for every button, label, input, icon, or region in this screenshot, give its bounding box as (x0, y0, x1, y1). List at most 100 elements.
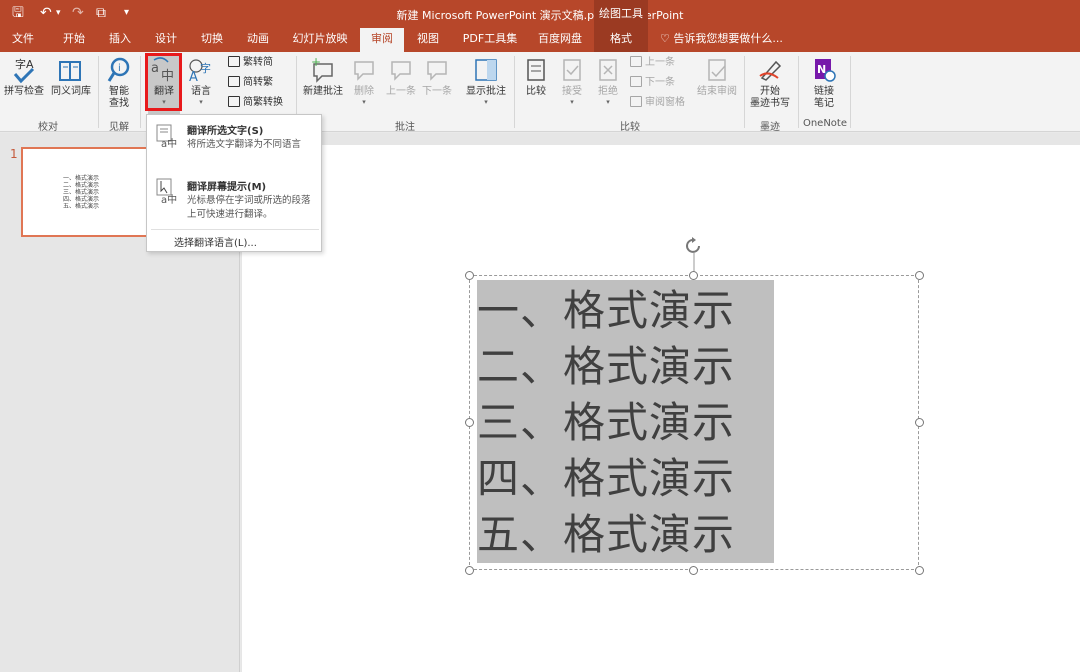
tab-insert[interactable]: 插入 (98, 28, 142, 52)
tell-me-box[interactable]: ♡ 告诉我您想要做什么... (660, 28, 790, 52)
tab-design[interactable]: 设计 (144, 28, 188, 52)
smart-lookup-icon: i (107, 57, 130, 82)
compare-button[interactable]: 比较 (520, 56, 552, 98)
language-button[interactable]: A字 语言 ▾ (184, 56, 218, 106)
tab-slideshow[interactable]: 幻灯片放映 (284, 28, 356, 52)
thesaurus-button[interactable]: 同义词库 (48, 56, 94, 98)
next-comment-label: 下一条 (422, 86, 452, 97)
reject-button[interactable]: 拒绝 ▾ (592, 56, 624, 106)
tab-animations[interactable]: 动画 (236, 28, 280, 52)
simp-to-trad-label: 简转繁 (243, 77, 273, 88)
end-review-label: 结束审阅 (697, 86, 737, 97)
resize-handle[interactable] (465, 418, 474, 427)
delete-comment-label: 删除 (354, 86, 374, 97)
accept-icon (563, 59, 581, 81)
slide-text-line[interactable]: 三、格式演示 (477, 395, 735, 451)
new-comment-button[interactable]: + 新建批注 (300, 56, 346, 98)
language-dropdown-icon: ▾ (199, 98, 203, 106)
group-separator (744, 56, 745, 128)
delete-comment-icon (354, 61, 374, 81)
svg-text:i: i (118, 63, 121, 74)
translate-screentip-icon: a中 (156, 178, 177, 205)
resize-handle[interactable] (465, 271, 474, 280)
slide-text-line[interactable]: 五、格式演示 (477, 507, 735, 563)
simp-to-trad-button[interactable]: 简转繁 (228, 76, 273, 89)
translate-selected-text-icon: a中 (156, 124, 177, 150)
svg-text:a中: a中 (161, 193, 177, 205)
accept-button[interactable]: 接受 ▾ (556, 56, 588, 106)
previous-change-label: 上一条 (645, 57, 675, 68)
translate-screentip-item[interactable]: 翻译屏幕提示(M) (187, 178, 266, 193)
translate-selected-text-desc: 将所选文字翻译为不同语言 (187, 139, 302, 150)
show-comments-button[interactable]: 显示批注 ▾ (462, 56, 510, 106)
svg-text:字: 字 (200, 61, 211, 75)
group-label-proofing: 校对 (38, 122, 58, 133)
group-separator (98, 56, 99, 128)
tab-view[interactable]: 视图 (406, 28, 450, 52)
resize-handle[interactable] (689, 271, 698, 280)
resize-handle[interactable] (915, 271, 924, 280)
pen-icon (759, 60, 782, 81)
resize-handle[interactable] (915, 566, 924, 575)
trad-to-simp-label: 繁转简 (243, 57, 273, 68)
reviewing-pane-icon (630, 96, 642, 107)
reject-icon (599, 59, 617, 81)
svg-text:a中: a中 (161, 137, 177, 150)
new-comment-icon: + (311, 56, 333, 83)
group-separator (850, 56, 851, 128)
delete-comment-button[interactable]: 删除 ▾ (348, 56, 380, 106)
start-inking-button[interactable]: 开始 墨迹书写 (746, 56, 794, 110)
slide-number: 1 (10, 147, 18, 161)
rotate-handle-icon[interactable] (684, 236, 704, 276)
window-title: 新建 Microsoft PowerPoint 演示文稿.pptx - Powe… (396, 9, 684, 22)
accept-dropdown-icon: ▾ (570, 98, 574, 106)
reject-label: 拒绝 (598, 86, 618, 97)
compare-label: 比较 (526, 86, 546, 97)
simp-trad-icon (228, 76, 240, 87)
tab-home[interactable]: 开始 (52, 28, 96, 52)
reject-dropdown-icon: ▾ (606, 98, 610, 106)
title-bar: 🖫 ↶ ▾ ↷ ⧉ ▾ 新建 Microsoft PowerPoint 演示文稿… (0, 0, 1080, 28)
resize-handle[interactable] (915, 418, 924, 427)
tab-transitions[interactable]: 切换 (190, 28, 234, 52)
previous-change-button[interactable]: 上一条 (630, 56, 675, 69)
onenote-icon: N (815, 59, 836, 82)
slide-text-line[interactable]: 一、格式演示 (477, 283, 735, 339)
tab-format[interactable]: 格式 (594, 28, 648, 52)
delete-dropdown-icon: ▾ (362, 98, 366, 106)
group-label-compare: 比较 (620, 122, 640, 133)
smart-lookup-button[interactable]: i 智能 查找 (102, 56, 136, 110)
tab-pdf-tools[interactable]: PDF工具集 (456, 28, 524, 52)
book-icon (59, 61, 81, 81)
slide-text-line[interactable]: 二、格式演示 (477, 339, 735, 395)
tab-review[interactable]: 审阅 (360, 28, 404, 52)
next-change-button[interactable]: 下一条 (630, 76, 675, 89)
next-change-icon (630, 76, 642, 87)
accept-label: 接受 (562, 86, 582, 97)
slide-text-line[interactable]: 四、格式演示 (477, 451, 735, 507)
choose-translation-language-item[interactable]: 选择翻译语言(L)... (174, 234, 257, 249)
trad-to-simp-button[interactable]: 繁转简 (228, 56, 273, 69)
thumbnail-line: 五、格式演示 (63, 203, 100, 210)
previous-comment-icon (391, 61, 411, 81)
resize-handle[interactable] (689, 566, 698, 575)
next-comment-button[interactable]: 下一条 (420, 56, 454, 98)
linked-notes-button[interactable]: N 链接 笔记 (802, 56, 846, 110)
tell-me-text: 告诉我您想要做什么... (673, 32, 783, 45)
linked-notes-label-2: 笔记 (814, 98, 834, 109)
trad-simp-icon (228, 56, 240, 67)
spell-check-button[interactable]: 字A 拼写检查 (2, 56, 46, 98)
resize-handle[interactable] (465, 566, 474, 575)
language-label: 语言 (191, 86, 211, 97)
tab-baidu-netdisk[interactable]: 百度网盘 (528, 28, 592, 52)
chinese-convert-button[interactable]: 简繁转换 (228, 96, 283, 109)
spell-check-label: 拼写检查 (4, 86, 44, 97)
spell-check-icon: 字A (13, 57, 35, 84)
compare-icon (527, 59, 545, 81)
previous-comment-button[interactable]: 上一条 (384, 56, 418, 98)
translate-selected-text-item[interactable]: 翻译所选文字(S) (187, 122, 263, 137)
reviewing-pane-button[interactable]: 审阅窗格 (630, 96, 685, 109)
drawing-tools-header: 绘图工具 (594, 0, 648, 28)
tab-file[interactable]: 文件 (0, 28, 46, 52)
end-review-button[interactable]: 结束审阅 (694, 56, 740, 98)
